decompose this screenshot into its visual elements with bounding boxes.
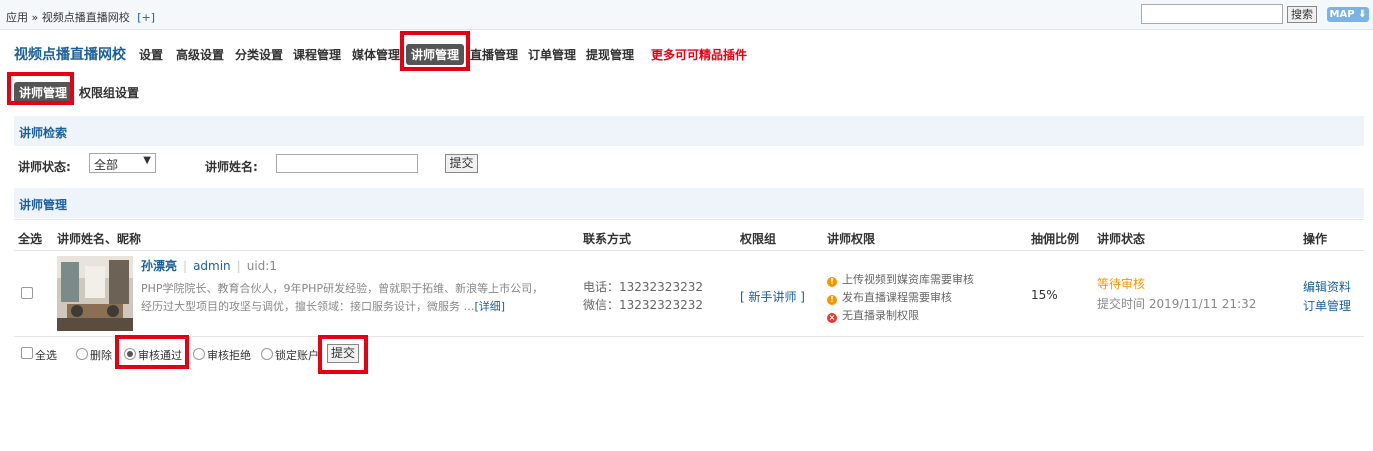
col-contact: 联系方式: [583, 232, 632, 246]
breadcrumb: 应用 » 视频点播直播网校 [+]: [6, 9, 155, 25]
caret-down-icon: ▼: [143, 155, 151, 166]
bulk-delete-label: 删除: [90, 349, 112, 362]
search-section-header: 讲师检索: [14, 116, 1364, 146]
row-checkbox[interactable]: [21, 287, 33, 299]
map-button[interactable]: MAP ⬇: [1327, 7, 1369, 22]
edit-profile-link[interactable]: 编辑资料: [1303, 278, 1351, 295]
breadcrumb-add-link[interactable]: [+]: [137, 11, 155, 24]
status-filter-select[interactable]: 全部 ▼: [89, 153, 156, 173]
bulk-select-all-checkbox[interactable]: [21, 347, 33, 359]
status-filter-value: 全部: [94, 158, 119, 172]
divider: [14, 219, 1364, 220]
col-ops: 操作: [1303, 232, 1328, 246]
list-section-title: 讲师管理: [19, 198, 68, 212]
lecturer-nickname[interactable]: admin: [193, 259, 231, 273]
search-section-title: 讲师检索: [19, 126, 68, 140]
permission-item: ! 发布直播课程需要审核: [827, 289, 952, 305]
permission-text: 上传视频到媒资库需要审核: [842, 273, 974, 286]
list-section-header: 讲师管理: [14, 188, 1364, 218]
permission-item: ! 上传视频到媒资库需要审核: [827, 271, 974, 287]
col-status: 讲师状态: [1097, 232, 1146, 246]
breadcrumb-root[interactable]: 应用: [6, 11, 28, 24]
nav-media-management[interactable]: 媒体管理: [352, 46, 400, 63]
lecturer-detail-link[interactable]: [详细]: [475, 300, 506, 313]
nav-advanced-settings[interactable]: 高级设置: [176, 46, 224, 63]
divider: [14, 336, 1364, 337]
nav-live-management[interactable]: 直播管理: [470, 46, 518, 63]
permission-group-link[interactable]: [ 新手讲师 ]: [740, 288, 805, 305]
breadcrumb-separator: »: [31, 11, 39, 24]
name-filter-input[interactable]: [276, 154, 418, 173]
lecturer-uid: uid:1: [246, 259, 277, 273]
lecturer-desc-line2: 经历过大型项目的攻坚与调优，擅长领域：接口服务设计，微服务 …: [141, 300, 475, 313]
nav-settings[interactable]: 设置: [139, 46, 163, 63]
highlight-box-submit: [318, 335, 368, 374]
col-ratio: 抽佣比例: [1031, 232, 1080, 246]
bulk-delete-radio[interactable]: [76, 348, 88, 360]
search-submit-button[interactable]: 提交: [445, 154, 478, 173]
lecturer-desc-line1: PHP学院院长、教育合伙人，9年PHP研发经验，曾就职于拓维、新浪等上市公司，: [141, 282, 544, 295]
bulk-reject-radio[interactable]: [193, 348, 205, 360]
permission-text: 发布直播课程需要审核: [842, 291, 952, 304]
avatar: [57, 256, 133, 331]
highlight-box-subtab: [7, 72, 74, 105]
submit-time: 提交时间 2019/11/11 21:32: [1097, 297, 1257, 311]
col-group: 权限组: [740, 232, 777, 246]
contact-phone: 电话：13232323232: [583, 280, 703, 294]
lecturer-description: PHP学院院长、教育合伙人，9年PHP研发经验，曾就职于拓维、新浪等上市公司， …: [141, 280, 561, 316]
col-select-all[interactable]: 全选: [18, 230, 42, 247]
nav-withdraw-management[interactable]: 提现管理: [586, 46, 634, 63]
lecturer-name[interactable]: 孙漂亮: [141, 259, 177, 273]
error-icon: ×: [827, 313, 837, 323]
divider: [14, 250, 1364, 251]
name-filter-label: 讲师姓名:: [205, 160, 258, 174]
status-filter-label: 讲师状态:: [18, 160, 71, 174]
contact-wechat: 微信：13232323232: [583, 298, 703, 312]
col-permissions: 讲师权限: [827, 232, 876, 246]
bulk-lock-radio[interactable]: [261, 348, 273, 360]
bulk-select-all-label: 全选: [35, 349, 57, 362]
nav-course-management[interactable]: 课程管理: [293, 46, 341, 63]
subtab-permission-groups[interactable]: 权限组设置: [79, 84, 139, 101]
breadcrumb-current: 视频点播直播网校: [41, 11, 130, 24]
bulk-lock-label: 锁定账户: [275, 349, 319, 362]
permission-text: 无直播录制权限: [842, 309, 919, 322]
map-button-label: MAP: [1329, 9, 1355, 20]
arrow-down-icon: ⬇: [1358, 9, 1367, 20]
commission-ratio: 15%: [1031, 288, 1058, 302]
warning-icon: !: [827, 277, 837, 287]
top-search-input[interactable]: [1141, 4, 1283, 24]
contact-info: 电话：13232323232 微信：13232323232: [583, 278, 703, 314]
nav-more-plugins[interactable]: 更多可可精品插件: [651, 46, 747, 63]
status-badge: 等待审核: [1097, 277, 1146, 291]
order-management-link[interactable]: 订单管理: [1303, 297, 1351, 314]
highlight-box-nav: [400, 31, 470, 71]
nav-order-management[interactable]: 订单管理: [528, 46, 576, 63]
top-bar: 应用 » 视频点播直播网校 [+] 搜索 MAP ⬇: [0, 0, 1373, 30]
bulk-reject-label: 审核拒绝: [207, 349, 251, 362]
permission-item: × 无直播录制权限: [827, 307, 919, 323]
highlight-box-approve: [115, 335, 189, 369]
app-title: 视频点播直播网校: [14, 47, 126, 63]
top-search-button[interactable]: 搜索: [1287, 6, 1317, 23]
col-name: 讲师姓名、昵称: [57, 232, 142, 246]
nav-category-settings[interactable]: 分类设置: [235, 46, 283, 63]
warning-icon: !: [827, 295, 837, 305]
lecturer-name-line: 孙漂亮 | admin | uid:1: [141, 259, 277, 273]
